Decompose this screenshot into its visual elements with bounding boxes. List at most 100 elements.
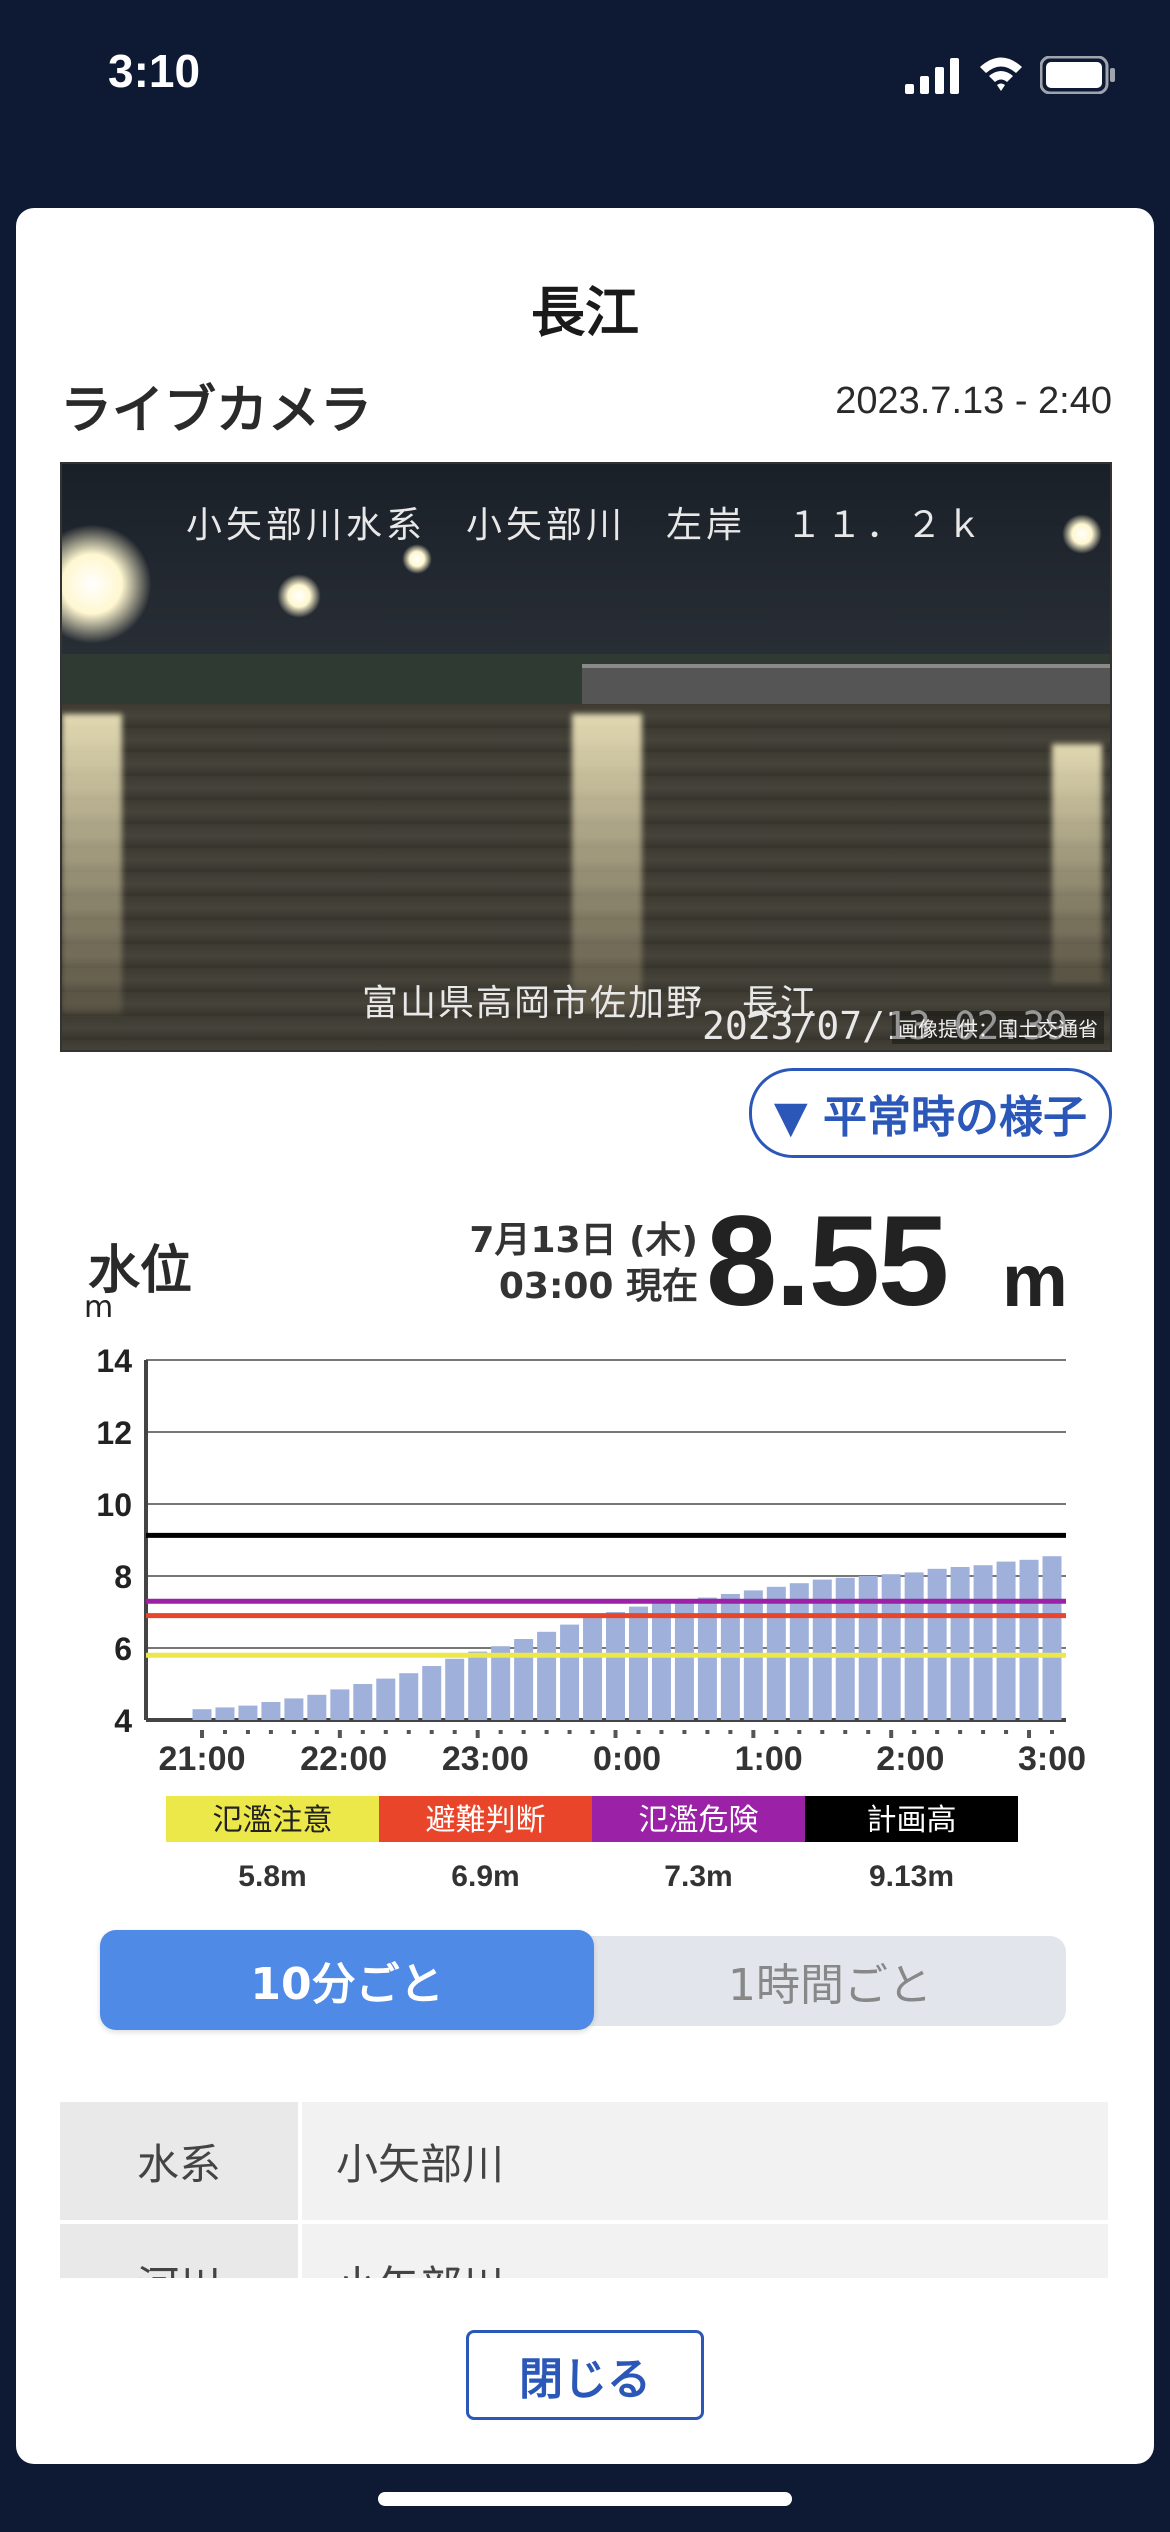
bar — [330, 1689, 350, 1720]
y-tick-label: 14 — [96, 1343, 132, 1379]
camera-light — [277, 574, 321, 618]
bar — [261, 1702, 281, 1720]
x-minor-tick — [797, 1730, 802, 1734]
close-button[interactable]: 閉じる — [466, 2330, 704, 2420]
bar — [973, 1565, 993, 1720]
x-tick-label: 22:00 — [300, 1740, 387, 1778]
home-indicator[interactable] — [378, 2492, 792, 2506]
x-minor-tick — [360, 1730, 365, 1734]
bar — [628, 1606, 648, 1720]
bar — [950, 1567, 970, 1720]
status-time: 3:10 — [108, 45, 201, 97]
info-key: 水系 — [60, 2102, 302, 2220]
x-minor-tick — [1050, 1730, 1054, 1734]
legend-label: 計画高 — [867, 1803, 957, 1838]
bar — [353, 1684, 373, 1720]
x-minor-tick — [314, 1730, 319, 1734]
bar — [927, 1568, 947, 1720]
x-minor-tick — [958, 1730, 963, 1734]
water-level-value-unit: m — [1002, 1239, 1068, 1322]
x-minor-tick — [406, 1730, 411, 1734]
bar — [284, 1698, 304, 1720]
x-minor-tick — [1027, 1730, 1032, 1738]
bar — [789, 1583, 809, 1720]
bar — [422, 1666, 442, 1720]
x-minor-tick — [498, 1730, 503, 1734]
x-minor-tick — [613, 1730, 618, 1738]
x-minor-tick — [452, 1730, 457, 1734]
x-minor-tick — [981, 1730, 986, 1734]
interval-toggle: 1時間ごと 10分ごと — [100, 1930, 1066, 2030]
status-bar: 3:10 — [0, 0, 1170, 150]
bar — [560, 1624, 580, 1720]
cellular-signal-icon — [905, 58, 959, 94]
water-level-date-line1: 7月13日 (木) — [469, 1220, 698, 1261]
x-minor-tick — [774, 1730, 779, 1734]
legend-label: 氾濫危険 — [639, 1803, 759, 1838]
normal-view-button[interactable]: ▼ 平常時の様子 — [748, 1068, 1112, 1158]
y-tick-label: 4 — [114, 1703, 132, 1739]
camera-reflection — [62, 714, 122, 1014]
x-minor-tick — [659, 1730, 664, 1734]
info-table: 水系 小矢部川 河川 小矢部川 — [60, 2102, 1108, 2278]
water-level-value: 8.55 — [706, 1190, 949, 1333]
wifi-icon — [980, 57, 1022, 91]
x-minor-tick — [475, 1730, 480, 1738]
x-minor-tick — [268, 1730, 273, 1734]
bar — [904, 1572, 924, 1720]
bar — [1042, 1556, 1062, 1720]
y-tick-label: 6 — [114, 1631, 132, 1667]
x-minor-tick — [544, 1730, 549, 1734]
x-minor-tick — [291, 1730, 296, 1734]
x-minor-tick — [682, 1730, 687, 1734]
x-minor-tick — [820, 1730, 825, 1734]
x-minor-tick — [751, 1730, 756, 1738]
camera-light — [402, 544, 432, 574]
x-minor-tick — [705, 1730, 710, 1734]
station-detail-modal: 長江 ライブカメラ 2023.7.13 - 2:40 小矢部川水系 小矢部川 左… — [16, 208, 1154, 2464]
legend-value: 7.3m — [664, 1860, 732, 1893]
info-key: 河川 — [60, 2224, 302, 2278]
bar — [1019, 1559, 1039, 1720]
camera-credit: 画像提供：国土交通省 — [892, 1011, 1104, 1044]
x-minor-tick — [728, 1730, 733, 1734]
bar — [514, 1639, 534, 1720]
legend-value: 9.13m — [869, 1860, 954, 1893]
x-minor-tick — [843, 1730, 848, 1734]
bar — [674, 1601, 694, 1720]
x-minor-tick — [383, 1730, 388, 1734]
x-minor-tick — [935, 1730, 940, 1734]
x-minor-tick — [222, 1730, 227, 1734]
x-tick-label: 23:00 — [442, 1740, 529, 1778]
bar — [606, 1612, 626, 1720]
bar — [399, 1673, 419, 1720]
live-camera-image[interactable]: 小矢部川水系 小矢部川 左岸 １１．２ｋ 富山県高岡市佐加野 長江 2023/0… — [60, 462, 1112, 1052]
legend-value: 6.9m — [451, 1860, 519, 1893]
bar — [858, 1576, 878, 1720]
bar — [537, 1631, 557, 1720]
interval-10min-option[interactable]: 10分ごと — [100, 1930, 594, 2030]
camera-reflection — [572, 714, 642, 1014]
camera-location-overlay: 小矢部川水系 小矢部川 左岸 １１．２ｋ — [185, 505, 986, 546]
interval-1hour-option[interactable]: 1時間ごと — [594, 1936, 1066, 2026]
info-value: 小矢部川 — [302, 2224, 1108, 2278]
table-row: 水系 小矢部川 — [60, 2102, 1108, 2224]
x-minor-tick — [567, 1730, 572, 1734]
x-minor-tick — [866, 1730, 871, 1734]
x-minor-tick — [521, 1730, 526, 1734]
y-tick-label: 12 — [96, 1415, 132, 1451]
x-minor-tick — [245, 1730, 250, 1734]
legend-value: 5.8m — [238, 1860, 306, 1893]
battery-icon — [1040, 56, 1115, 94]
legend-label: 避難判断 — [426, 1803, 546, 1838]
water-level-chart: 4 6 8 10 12 14 21:00 22:00 23:00 0:00 1:00 2:00 3:00… — [96, 1343, 1086, 1893]
info-value: 小矢部川 — [302, 2102, 1108, 2220]
station-title: 長江 — [531, 281, 639, 344]
y-tick-label: 10 — [96, 1487, 132, 1523]
bar — [881, 1574, 901, 1720]
x-tick-label: 1:00 — [735, 1740, 803, 1778]
camera-timestamp: 2023.7.13 - 2:40 — [835, 380, 1112, 422]
x-minor-tick — [889, 1730, 894, 1738]
bar — [445, 1658, 465, 1720]
x-minor-tick — [337, 1730, 342, 1738]
